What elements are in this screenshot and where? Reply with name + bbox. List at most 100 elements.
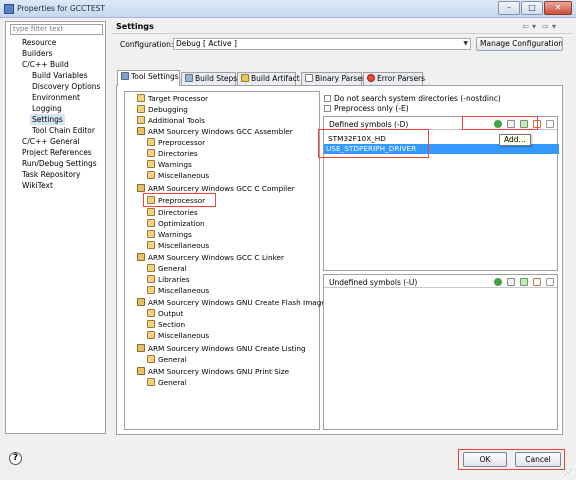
ok-button[interactable]: OK (463, 452, 507, 467)
tree-flash-image[interactable]: ARM Sourcery Windows GNU Create Flash Im… (137, 297, 326, 308)
tree-c-linker[interactable]: ARM Sourcery Windows GCC C Linker (137, 252, 284, 263)
cancel-button[interactable]: Cancel (515, 452, 561, 467)
add-icon[interactable] (494, 120, 502, 128)
move-up-icon[interactable] (533, 278, 541, 286)
tree-size-general[interactable]: General (147, 377, 187, 388)
tree-cc-miscellaneous[interactable]: Miscellaneous (147, 240, 209, 251)
tab-build-artifact[interactable]: Build Artifact (237, 72, 300, 85)
nav-cpp-build[interactable]: C/C++ Build (22, 59, 69, 70)
tree-create-listing[interactable]: ARM Sourcery Windows GNU Create Listing (137, 343, 306, 354)
tree-target-processor[interactable]: Target Processor (137, 93, 208, 104)
edit-icon[interactable] (520, 120, 528, 128)
delete-icon[interactable] (507, 278, 515, 286)
symbol-row[interactable]: STM32F10X_HD (326, 134, 386, 144)
build-artifact-icon (241, 74, 249, 82)
tree-flash-miscellaneous[interactable]: Miscellaneous (147, 330, 209, 341)
minimize-button[interactable]: – (498, 1, 520, 15)
tree-debugging[interactable]: Debugging (137, 104, 188, 115)
delete-icon[interactable] (507, 120, 515, 128)
tree-ld-general[interactable]: General (147, 263, 187, 274)
tool-icon (137, 184, 145, 192)
property-page-tree: type filter text Resource Builders C/C++… (5, 21, 106, 434)
chevron-down-icon: ▼ (463, 40, 468, 47)
header-divider (112, 33, 572, 34)
nav-project-references[interactable]: Project References (22, 147, 92, 158)
settings-icon (147, 286, 155, 294)
preprocess-only-checkbox[interactable] (324, 105, 331, 112)
nav-cpp-general[interactable]: C/C++ General (22, 136, 80, 147)
nav-logging[interactable]: Logging (32, 103, 62, 114)
maximize-button[interactable]: □ (521, 1, 543, 15)
settings-icon (147, 331, 155, 339)
settings-icon (147, 320, 155, 328)
nav-resource[interactable]: Resource (22, 37, 56, 48)
error-parsers-icon (367, 74, 375, 82)
settings-icon (137, 105, 145, 113)
back-menu-icon[interactable]: ▾ (532, 22, 536, 31)
tree-cc-preprocessor[interactable]: Preprocessor (147, 195, 205, 206)
settings-icon (147, 138, 155, 146)
add-icon[interactable] (494, 278, 502, 286)
title-bar: Properties for GCCTEST – □ ✕ (0, 0, 576, 18)
tree-asm-miscellaneous[interactable]: Miscellaneous (147, 170, 209, 181)
tree-asm-warnings[interactable]: Warnings (147, 159, 192, 170)
tree-flash-section[interactable]: Section (147, 319, 185, 330)
app-icon (4, 4, 14, 14)
tool-icon (137, 367, 145, 375)
nav-settings[interactable]: Settings (30, 114, 65, 125)
manage-configurations-button[interactable]: Manage Configurations... (476, 37, 563, 51)
settings-icon (147, 219, 155, 227)
nav-run-debug-settings[interactable]: Run/Debug Settings (22, 158, 97, 169)
settings-icon (147, 355, 155, 363)
tree-flash-output[interactable]: Output (147, 308, 183, 319)
configuration-select[interactable]: Debug [ Active ] ▼ (173, 38, 471, 50)
tree-assembler[interactable]: ARM Sourcery Windows GCC Assembler (137, 126, 293, 137)
help-button[interactable]: ? (9, 452, 22, 465)
nostdinc-checkbox[interactable] (324, 95, 331, 102)
nav-environment[interactable]: Environment (32, 92, 80, 103)
nav-task-repository[interactable]: Task Repository (22, 169, 80, 180)
undefined-symbols-list[interactable]: Undefined symbols (-U) (323, 274, 558, 430)
tab-tool-settings[interactable]: Tool Settings (117, 70, 180, 86)
tab-error-parsers[interactable]: Error Parsers (363, 72, 425, 85)
resize-grip-icon[interactable]: ⋰ (564, 468, 572, 477)
tree-cc-warnings[interactable]: Warnings (147, 229, 192, 240)
tool-icon (137, 253, 145, 261)
nostdinc-label: Do not search system directories (-nostd… (334, 94, 501, 103)
forward-arrow-icon[interactable]: ⇨ (542, 22, 549, 31)
close-button[interactable]: ✕ (544, 1, 572, 15)
settings-icon (147, 309, 155, 317)
nav-discovery-options[interactable]: Discovery Options (32, 81, 100, 92)
back-arrow-icon[interactable]: ⇦ (522, 22, 529, 31)
configuration-value: Debug [ Active ] (176, 39, 237, 48)
nav-build-variables[interactable]: Build Variables (32, 70, 88, 81)
tree-cc-directories[interactable]: Directories (147, 207, 198, 218)
settings-icon (147, 149, 155, 157)
settings-icon (147, 208, 155, 216)
move-up-icon[interactable] (533, 120, 541, 128)
tree-c-compiler[interactable]: ARM Sourcery Windows GCC C Compiler (137, 183, 295, 194)
tree-print-size[interactable]: ARM Sourcery Windows GNU Print Size (137, 366, 289, 377)
build-steps-icon (185, 74, 193, 82)
move-down-icon[interactable] (546, 120, 554, 128)
move-down-icon[interactable] (546, 278, 554, 286)
tab-binary-parsers[interactable]: Binary Parsers (301, 72, 369, 85)
tree-asm-preprocessor[interactable]: Preprocessor (147, 137, 205, 148)
filter-input[interactable]: type filter text (10, 24, 103, 35)
tree-listing-general[interactable]: General (147, 354, 187, 365)
tree-additional-tools[interactable]: Additional Tools (137, 115, 205, 126)
binary-parsers-icon (305, 74, 313, 82)
tree-ld-libraries[interactable]: Libraries (147, 274, 190, 285)
edit-icon[interactable] (520, 278, 528, 286)
tree-ld-miscellaneous[interactable]: Miscellaneous (147, 285, 209, 296)
forward-menu-icon[interactable]: ▾ (552, 22, 556, 31)
tool-icon (137, 127, 145, 135)
add-tooltip: Add... (499, 134, 531, 146)
tree-cc-optimization[interactable]: Optimization (147, 218, 205, 229)
nav-builders[interactable]: Builders (22, 48, 52, 59)
tab-build-steps[interactable]: Build Steps (181, 72, 237, 85)
nav-tool-chain-editor[interactable]: Tool Chain Editor (32, 125, 95, 136)
tree-asm-directories[interactable]: Directories (147, 148, 198, 159)
settings-icon (137, 94, 145, 102)
nav-wikitext[interactable]: WikiText (22, 180, 53, 191)
